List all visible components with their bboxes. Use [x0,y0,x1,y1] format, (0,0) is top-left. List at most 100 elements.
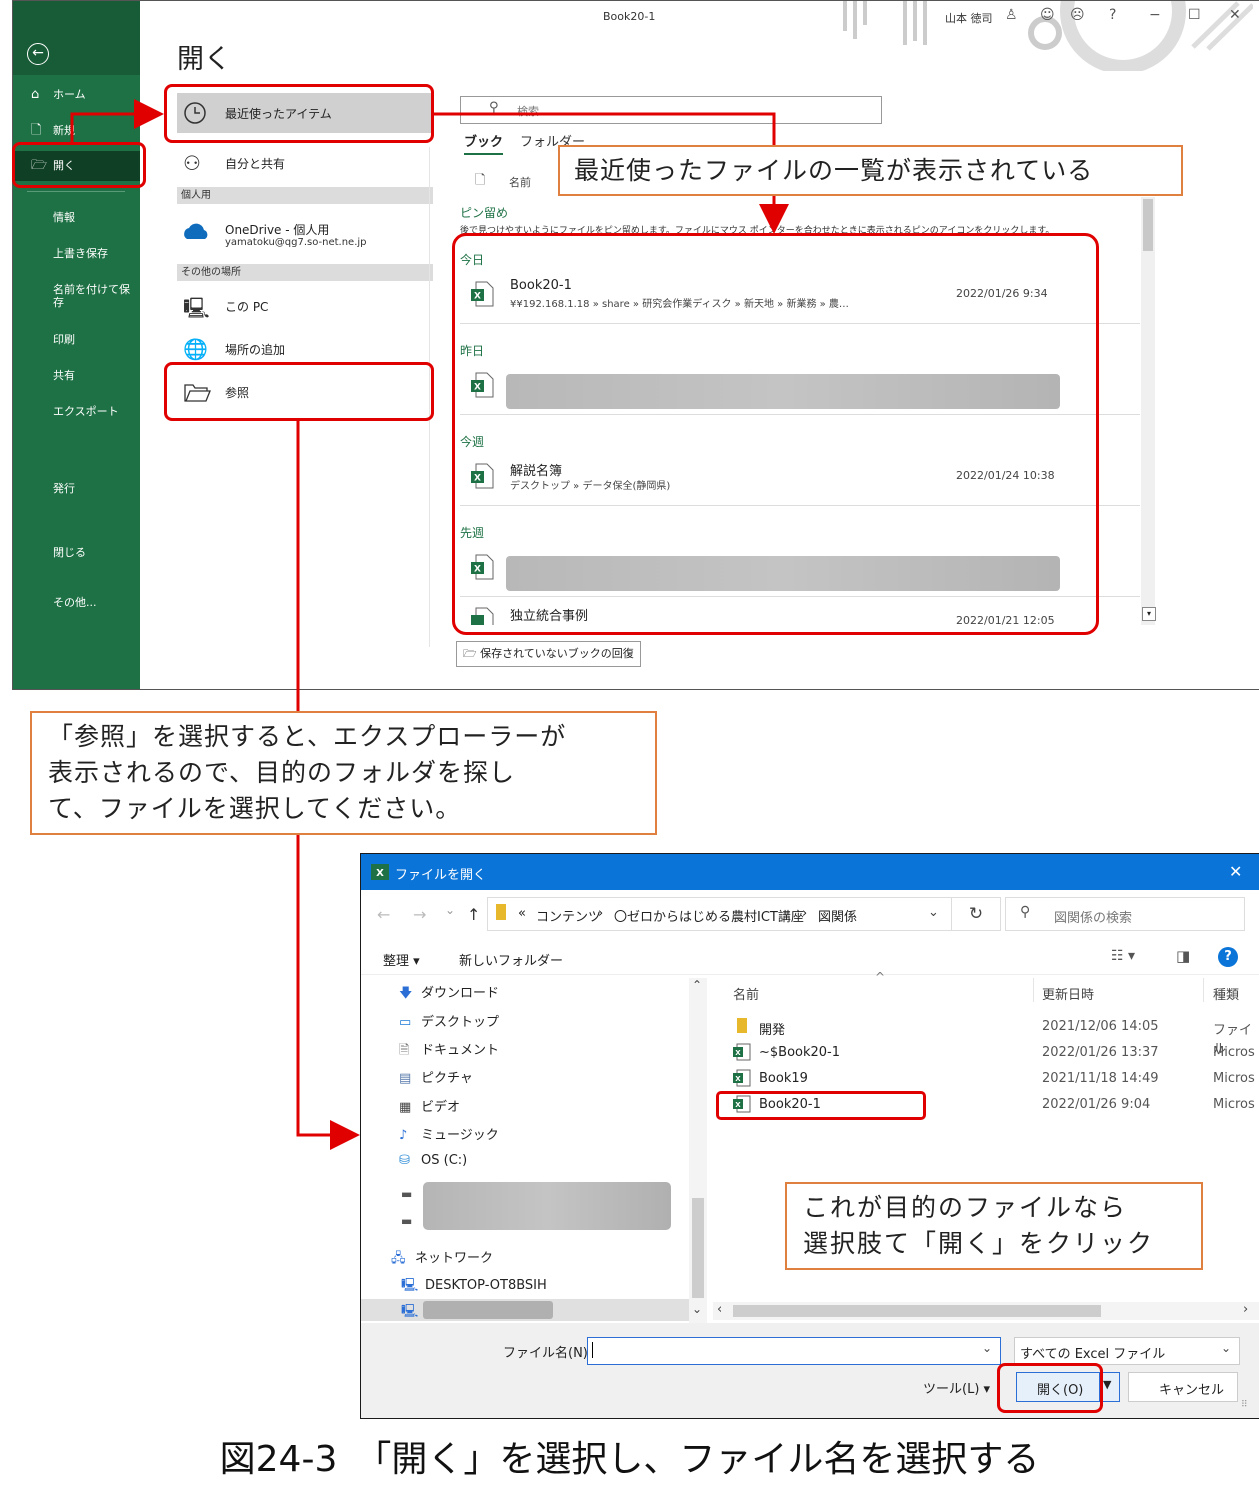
column-divider [1203,978,1204,1002]
address-bar[interactable]: « コンテンツ › 〇ゼロからはじめる農村ICT講座 › 図関係 ⌄ [487,897,1001,931]
tree-label: DESKTOP-OT8BSIH [425,1278,547,1293]
folder-icon [737,1018,747,1033]
file-date: 2022/01/26 9:04 [1042,1097,1151,1112]
tree-item-music[interactable]: ♪ ミュージック [399,1124,499,1143]
music-icon: ♪ [399,1128,408,1143]
file-type-filter[interactable]: すべての Excel ファイル ⌄ [1014,1337,1240,1365]
desktop-icon: ▭ [399,1015,412,1030]
dialog-title: ファイルを開く [395,868,487,883]
file-date: 2021/11/18 14:49 [1042,1071,1159,1086]
computer-icon: 🖳 [401,1304,419,1319]
breadcrumb-separator: › [598,906,604,921]
file-open-dialog: X ファイルを開く ✕ ← → ⌄ ↑ « コンテンツ › 〇ゼロからはじめる農… [360,853,1259,1419]
search-icon: ⚲ [1020,904,1031,920]
cancel-label: キャンセル [1159,1383,1225,1398]
text-cursor [592,1342,593,1358]
scroll-down-icon[interactable]: ⌄ [692,1302,702,1316]
file-name: 開発 [759,1023,786,1038]
tree-scrollbar[interactable]: ⌃ ⌄ [689,978,707,1324]
chevron-down-icon[interactable]: ⌄ [1221,1341,1231,1355]
file-date: 2021/12/06 14:05 [1042,1019,1159,1034]
breadcrumb-overflow[interactable]: « [518,906,526,921]
callout-open: これが目的のファイルなら 選択肢て「開く」をクリック [785,1182,1203,1270]
chevron-down-icon[interactable]: ⌄ [982,1341,992,1355]
breadcrumb-item[interactable]: 〇ゼロからはじめる農村ICT講座 [614,906,804,925]
tree-label: ミュージック [421,1128,499,1143]
tree-item-downloads[interactable]: 🡇 ダウンロード [399,982,499,1006]
tree-item-os-drive[interactable]: ⛁ OS (C:) [399,1153,467,1168]
scrollbar-thumb[interactable] [692,1198,704,1298]
column-header-name[interactable]: 名前 [733,984,759,1003]
help-icon[interactable]: ? [1218,947,1238,967]
file-name: Book19 [759,1071,808,1086]
column-divider [1033,978,1034,1002]
tree-item-videos[interactable]: ▦ ビデオ [399,1096,460,1115]
drive-icon: ▬ [401,1187,413,1201]
filename-input[interactable]: ⌄ [587,1337,1001,1365]
scrollbar-thumb[interactable] [733,1305,1101,1317]
tree-label: ネットワーク [415,1251,494,1266]
scroll-up-icon[interactable]: ⌃ [692,978,702,992]
toolbar-divider [361,974,1259,975]
scroll-left-icon[interactable]: ‹ [717,1302,722,1317]
close-icon[interactable]: ✕ [1229,862,1242,881]
file-type: Micros [1213,1097,1255,1112]
pictures-icon: ▤ [399,1071,412,1086]
svg-text:X: X [735,1075,741,1083]
callout-line: 表示されるので、目的のフォルダを探し [48,758,516,787]
callout-line: これが目的のファイルなら [803,1193,1128,1222]
tree-label: ドキュメント [421,1043,500,1058]
excel-file-icon: X [733,1043,751,1061]
file-date: 2022/01/26 13:37 [1042,1045,1159,1060]
column-header-type[interactable]: 種類 [1213,984,1239,1003]
tree-label: ダウンロード [421,986,500,1001]
forward-arrow-icon[interactable]: → [413,905,426,924]
column-header-date[interactable]: 更新日時 [1042,984,1094,1003]
view-options-icon[interactable]: ☷ ▾ [1111,948,1135,964]
callout-line: て、ファイルを選択してください。 [48,794,462,823]
breadcrumb-item[interactable]: 図関係 [818,906,857,925]
chevron-down-icon[interactable]: ⌄ [928,905,939,920]
back-arrow-icon[interactable]: ← [377,905,390,924]
up-arrow-icon[interactable]: ↑ [467,905,480,924]
file-type: Micros [1213,1071,1255,1086]
tree-label: OS (C:) [421,1153,468,1168]
excel-file-icon: X [733,1069,751,1087]
computer-icon: 🖳 [401,1278,419,1293]
organize-button[interactable]: 整理 ▾ [383,950,420,969]
preview-pane-icon[interactable]: ◨ [1176,947,1190,965]
breadcrumb-separator: › [802,906,808,921]
tree-item-desktop[interactable]: ▭ デスクトップ [399,1011,499,1030]
document-icon: 🗎 [399,1043,410,1058]
sort-ascending-icon: ^ [875,970,886,984]
chevron-down-icon[interactable]: ⌄ [445,903,455,917]
network-icon: 🖧 [391,1251,406,1266]
chevron-down-icon[interactable]: ▼ [1103,1378,1111,1391]
highlight-open-button [997,1363,1103,1413]
cancel-button[interactable]: キャンセル [1128,1372,1238,1402]
breadcrumb-item[interactable]: コンテンツ [536,906,601,925]
drive-icon: ⛁ [399,1153,410,1168]
tree-label: デスクトップ [421,1015,500,1030]
tree-item-desktop-pc[interactable]: 🖳 DESKTOP-OT8BSIH [401,1276,547,1298]
search-input[interactable]: ⚲ 図関係の検索 [1005,897,1245,931]
scroll-right-icon[interactable]: › [1243,1302,1248,1317]
svg-text:X: X [735,1049,741,1057]
tree-item-pictures[interactable]: ▤ ピクチャ [399,1067,473,1086]
callout-line: 選択肢て「開く」をクリック [803,1229,1155,1258]
file-list-hscrollbar[interactable]: ‹ › [713,1302,1259,1320]
tools-button[interactable]: ツール(L) ▾ [923,1378,990,1397]
new-folder-button[interactable]: 新しいフォルダー [459,950,563,969]
refresh-icon[interactable]: ↻ [951,897,1001,931]
resize-grip-icon[interactable]: ⠿ [1241,1400,1248,1410]
excel-app-icon: X [371,864,389,880]
svg-text:X: X [376,868,384,879]
filename-label: ファイル名(N): [503,1346,593,1361]
tools-label: ツール(L) [923,1382,980,1397]
blurred-tree-entries [423,1182,671,1230]
folder-icon [496,904,506,920]
tree-item-selected[interactable]: 🖳 [361,1299,689,1321]
tree-item-documents[interactable]: 🗎 ドキュメント [399,1039,499,1063]
search-placeholder: 図関係の検索 [1054,911,1133,926]
tree-item-network[interactable]: 🖧 ネットワーク [391,1247,493,1271]
